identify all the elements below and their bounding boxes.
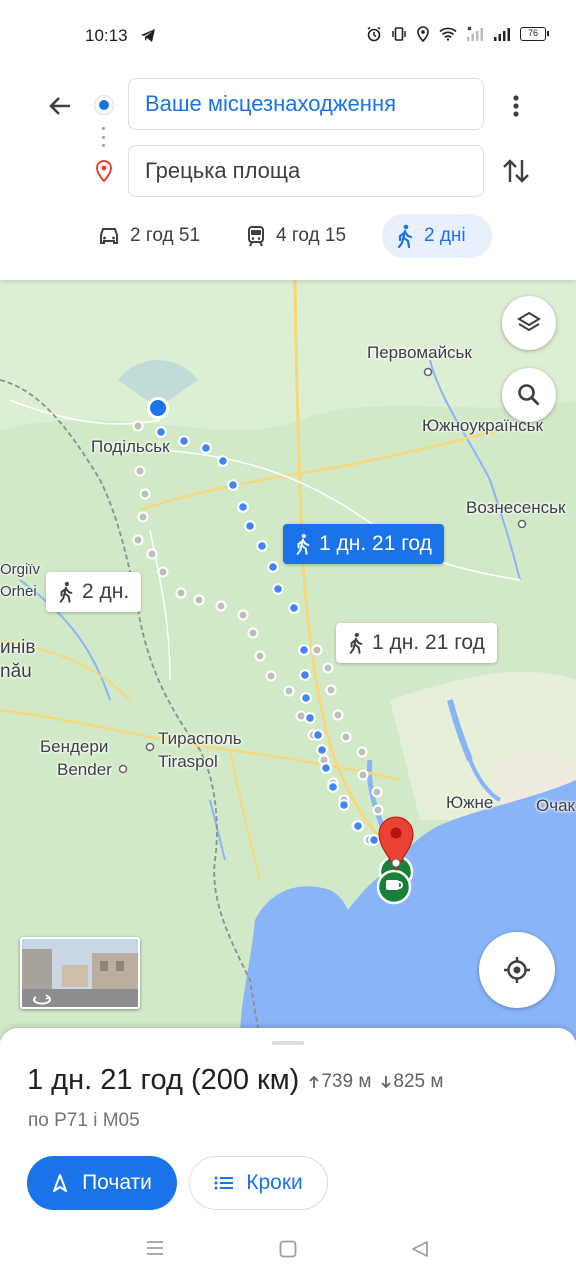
swap-button[interactable] xyxy=(500,154,532,188)
triangle-back-icon xyxy=(412,1241,428,1257)
ascent-value: 739 м xyxy=(321,1071,372,1092)
more-options-button[interactable] xyxy=(502,90,530,122)
search-button[interactable] xyxy=(502,368,556,422)
my-location-button[interactable] xyxy=(479,932,555,1008)
transit-time: 4 год 15 xyxy=(276,225,347,246)
steps-label: Кроки xyxy=(246,1171,303,1194)
route-callout-alternative[interactable]: 2 дн. xyxy=(46,572,142,612)
route-callout-label: 1 дн. 21 год xyxy=(372,631,485,654)
train-icon xyxy=(248,226,264,247)
list-icon xyxy=(214,1176,234,1190)
walk-icon xyxy=(397,224,413,248)
battery-icon: 76 xyxy=(520,27,549,41)
map-label-city: nău xyxy=(0,661,32,682)
steps-button[interactable]: Кроки xyxy=(189,1156,328,1210)
route-callout-label: 1 дн. 21 год xyxy=(319,532,432,555)
back-button[interactable] xyxy=(44,90,76,122)
signal-icon xyxy=(494,28,510,41)
arrow-up-icon xyxy=(309,1075,319,1088)
elevation-descent: 825 м xyxy=(381,1071,443,1093)
driving-time: 2 год 51 xyxy=(130,225,201,246)
back-nav-button[interactable] xyxy=(411,1240,429,1263)
route-duration-distance: 1 дн. 21 год (200 км) xyxy=(27,1064,300,1096)
arrow-back-icon xyxy=(49,97,70,115)
destination-pin-icon xyxy=(94,159,114,187)
map-label-city: Южне xyxy=(446,793,494,812)
walk-icon xyxy=(349,632,363,654)
crosshair-icon xyxy=(504,957,530,983)
route-summary: 1 дн. 21 год (200 км) 739 м 825 м xyxy=(27,1064,443,1097)
map-label-city: Orhei xyxy=(0,583,37,600)
directions-panel: Ваше місцезнаходження Грецька площа 2 го… xyxy=(0,72,576,280)
origin-dot-icon xyxy=(95,96,113,114)
route-summary-sheet[interactable]: 1 дн. 21 год (200 км) 739 м 825 м по Р71… xyxy=(0,1028,576,1280)
travel-modes: 2 год 51 4 год 15 2 дні xyxy=(0,214,576,258)
map-label-city: Первомайськ xyxy=(367,343,472,362)
origin-input[interactable]: Ваше місцезнаходження xyxy=(128,78,484,130)
telegram-icon xyxy=(140,28,156,48)
car-icon xyxy=(100,228,118,244)
route-via: по Р71 і М05 xyxy=(28,1110,140,1131)
walk-icon xyxy=(59,581,73,603)
route-callout-selected[interactable]: 1 дн. 21 год xyxy=(283,524,444,564)
layers-icon xyxy=(517,311,541,332)
map-label-city: Tiraspol xyxy=(158,752,218,771)
recents-button[interactable] xyxy=(146,1240,164,1261)
walk-icon xyxy=(296,533,310,555)
signal-off-icon xyxy=(467,26,483,41)
map-label-city: Вознесенськ xyxy=(466,498,566,517)
route-callout-alternative[interactable]: 1 дн. 21 год xyxy=(336,623,497,663)
status-time: 10:13 xyxy=(85,26,128,45)
route-callout-label: 2 дн. xyxy=(82,580,130,603)
map-view[interactable]: Первомайськ Южноукраїнськ Подільськ Возн… xyxy=(0,280,576,1040)
more-vert-icon xyxy=(513,95,519,117)
system-nav-bar xyxy=(0,1222,576,1280)
home-button[interactable] xyxy=(279,1240,297,1263)
map-label-city: Подільськ xyxy=(91,437,170,456)
map-label-city: Orgiїv xyxy=(0,561,41,578)
mode-transit[interactable]: 4 год 15 xyxy=(232,214,360,258)
map-label-city: Бендери xyxy=(40,737,109,756)
mode-walking[interactable]: 2 дні xyxy=(382,214,492,258)
route-connector-dots xyxy=(102,127,106,147)
street-view-thumbnail[interactable] xyxy=(20,937,140,1009)
square-icon xyxy=(279,1240,297,1258)
walking-time: 2 дні xyxy=(424,225,466,246)
map-label-city: Очак xyxy=(536,796,575,815)
layers-button[interactable] xyxy=(502,296,556,350)
sheet-drag-handle[interactable] xyxy=(272,1041,304,1045)
navigation-arrow-icon xyxy=(53,1174,68,1192)
descent-value: 825 м xyxy=(393,1071,444,1092)
map-label-city: Bender xyxy=(57,760,112,779)
map-label-city: Тирасполь xyxy=(158,729,242,748)
arrow-down-icon xyxy=(381,1076,392,1089)
map-label-city: инів xyxy=(0,637,36,658)
mode-driving[interactable]: 2 год 51 xyxy=(84,214,214,258)
wifi-icon xyxy=(439,27,457,41)
search-icon xyxy=(518,384,540,406)
vibrate-icon xyxy=(392,27,406,41)
start-navigation-button[interactable]: Почати xyxy=(27,1156,177,1210)
elevation-ascent: 739 м xyxy=(309,1071,371,1093)
menu-lines-icon xyxy=(147,1241,163,1255)
location-status-icon xyxy=(417,26,429,42)
status-bar: 10:13 76 xyxy=(0,0,576,72)
destination-input[interactable]: Грецька площа xyxy=(128,145,484,197)
status-icons: 76 xyxy=(366,26,549,42)
alarm-icon xyxy=(367,26,381,42)
start-label: Почати xyxy=(82,1171,152,1194)
swap-vert-icon xyxy=(503,159,529,183)
